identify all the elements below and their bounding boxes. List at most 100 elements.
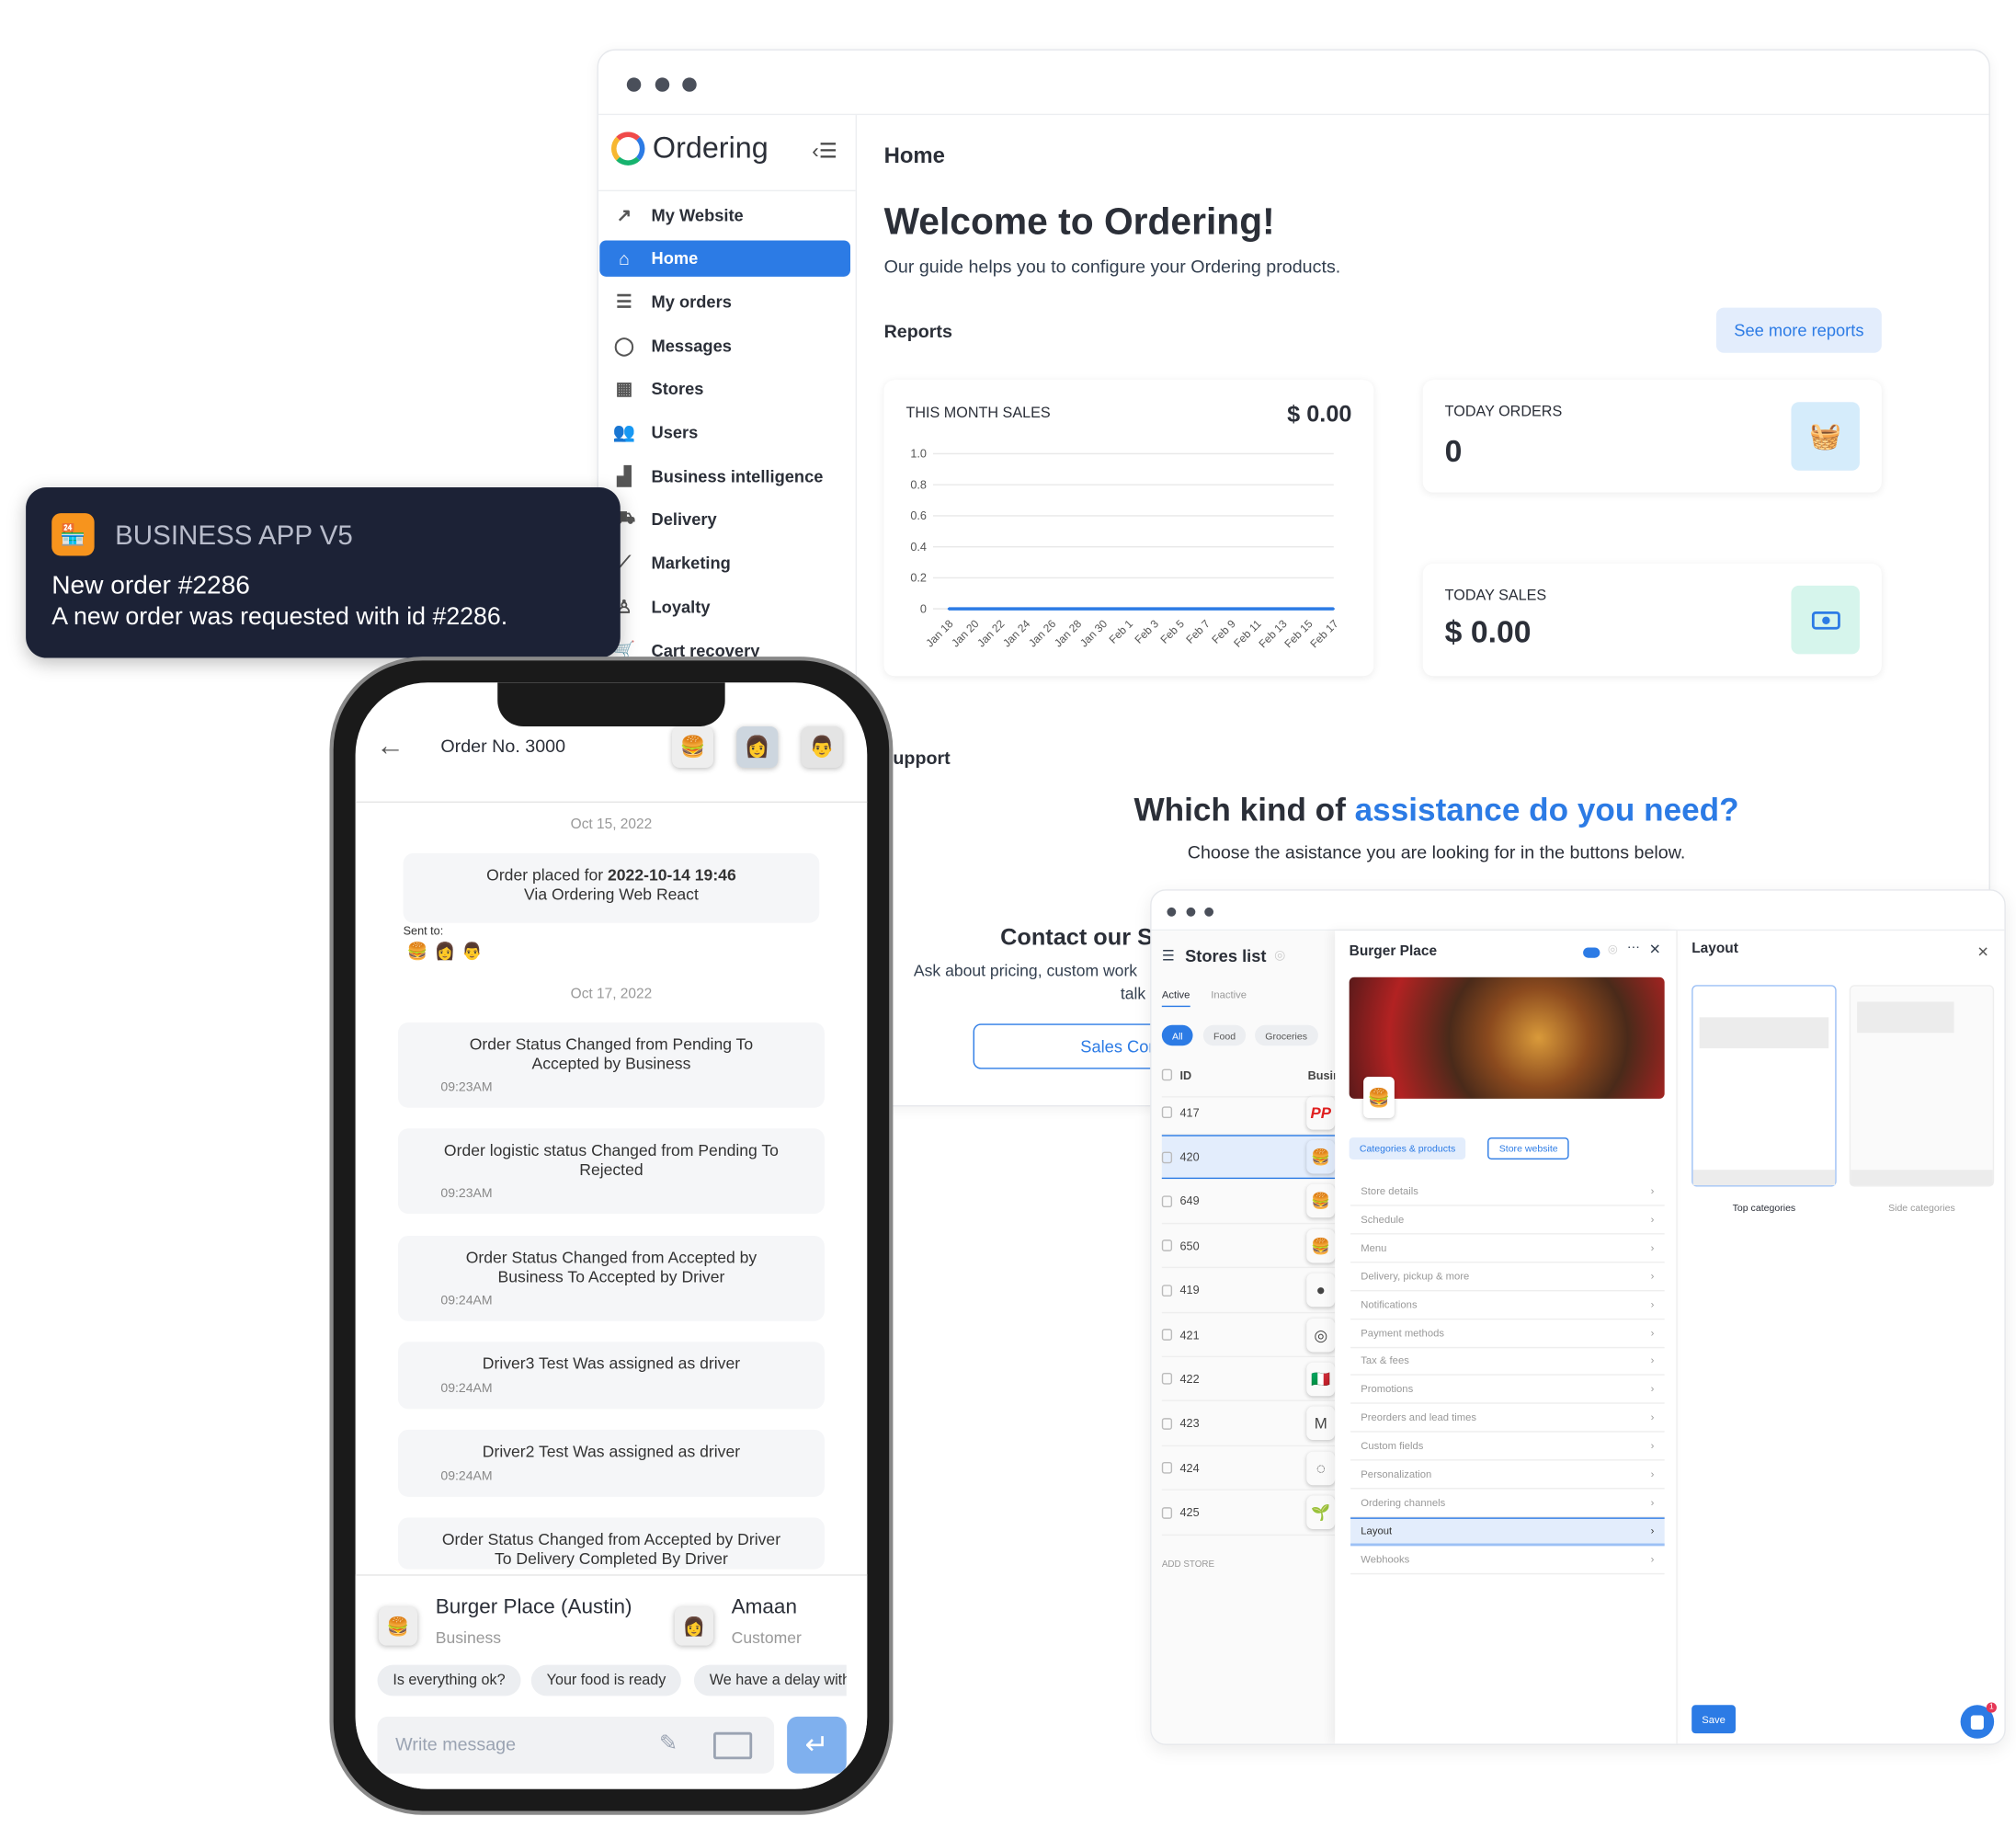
store-settings-item[interactable]: Preorders and lead times › [1350, 1404, 1665, 1433]
sidebar-item-business-intelligence[interactable]: ▟ Business intelligence [599, 458, 850, 494]
store-settings-item[interactable]: Custom fields › [1350, 1433, 1665, 1461]
help-icon[interactable]: ◎ [1608, 942, 1618, 956]
layout-option-side-categories[interactable] [1849, 985, 1995, 1187]
tab-inactive[interactable]: Inactive [1211, 988, 1247, 1000]
store-settings-item[interactable]: Delivery, pickup & more › [1350, 1262, 1665, 1291]
store-row[interactable]: 422 🇮🇹 [1161, 1358, 1336, 1402]
status-message: Order Status Changed from Accepted by Bu… [397, 1235, 825, 1321]
list-icon: ☰ [616, 291, 632, 312]
collapse-sidebar-icon[interactable]: ‹☰ [812, 138, 837, 164]
chevron-right-icon: › [1650, 1327, 1655, 1339]
store-settings-item[interactable]: Promotions › [1350, 1376, 1665, 1405]
sidebar-item-delivery[interactable]: ⛟ Delivery [599, 501, 850, 537]
pencil-icon[interactable]: ✎ [659, 1730, 678, 1756]
row-checkbox[interactable] [1161, 1106, 1173, 1119]
x-tick-label: Feb 17 [1307, 617, 1340, 650]
customer-name: Amaan [731, 1596, 797, 1619]
menu-icon[interactable]: ☰ [1162, 947, 1175, 965]
quick-reply-chip[interactable]: We have a delay with [693, 1664, 847, 1696]
driver-avatar[interactable]: 👨 [801, 726, 843, 769]
store-logo: 🍔 [1306, 1184, 1335, 1218]
image-icon[interactable] [713, 1731, 753, 1760]
store-settings-item[interactable]: Payment methods › [1350, 1319, 1665, 1348]
store-row[interactable]: 650 🍔 [1161, 1225, 1336, 1269]
sales-line-chart: 0 0.2 0.4 0.6 0.8 1.0 Jan 18Jan 20Jan 22Jan 24… [910, 448, 1340, 651]
filter-all[interactable]: All [1161, 1024, 1194, 1046]
store-row[interactable]: 421 ◎ [1161, 1313, 1336, 1358]
message-input[interactable]: Write message ✎ [377, 1716, 775, 1774]
row-checkbox[interactable] [1161, 1417, 1173, 1430]
today-orders-value: 0 [1444, 434, 1463, 470]
store-row[interactable]: 423 M [1161, 1402, 1336, 1446]
sales-card-value: $ 0.00 [1287, 400, 1352, 427]
reports-heading: Reports [883, 320, 952, 342]
store-settings-item[interactable]: Layout › [1350, 1517, 1665, 1547]
today-orders-card: TODAY ORDERS 0 🧺 [1422, 380, 1882, 493]
sidebar-item-my-website[interactable]: ↗ My Website [599, 197, 850, 233]
sidebar-item-stores[interactable]: ▦ Stores [599, 371, 850, 406]
store-row[interactable]: 649 🍔 [1161, 1180, 1336, 1225]
sidebar-item-my-orders[interactable]: ☰ My orders [599, 283, 850, 319]
brand-logo[interactable]: Ordering [610, 131, 769, 166]
categories-products-button[interactable]: Categories & products [1349, 1137, 1466, 1160]
store-settings-item[interactable]: Tax & fees › [1350, 1347, 1665, 1376]
sidebar-item-marketing[interactable]: ⟋ Marketing [599, 545, 850, 581]
sidebar-item-messages[interactable]: ◯ Messages [599, 327, 850, 363]
store-website-button[interactable]: Store website [1487, 1137, 1570, 1160]
back-arrow-icon[interactable]: ← [376, 729, 404, 763]
store-settings-item[interactable]: Personalization › [1350, 1461, 1665, 1490]
store-settings-item[interactable]: Store details › [1350, 1178, 1665, 1206]
chevron-right-icon: › [1650, 1440, 1655, 1452]
store-row[interactable]: 419 ● [1161, 1269, 1336, 1313]
row-checkbox[interactable] [1161, 1239, 1173, 1252]
store-settings-item[interactable]: Notifications › [1350, 1291, 1665, 1319]
close-icon[interactable]: ✕ [1649, 941, 1661, 958]
filter-food[interactable]: Food [1202, 1024, 1247, 1046]
sidebar-item-loyalty[interactable]: ♙ Loyalty [599, 588, 850, 624]
customer-avatar[interactable]: 👩 [736, 726, 779, 769]
sidebar-item-home[interactable]: ⌂ Home [599, 240, 851, 277]
quick-reply-chip[interactable]: Is everything ok? [377, 1664, 521, 1696]
store-settings-item[interactable]: Menu › [1350, 1234, 1665, 1263]
store-settings-item[interactable]: Ordering channels › [1350, 1489, 1665, 1518]
send-button[interactable]: ↵ [787, 1716, 847, 1774]
sent-to-label: Sent to: [403, 924, 444, 938]
save-button[interactable]: Save [1691, 1705, 1736, 1734]
business-avatar[interactable]: 🍔 [672, 726, 714, 769]
row-checkbox[interactable] [1161, 1462, 1173, 1474]
sales-contact-button[interactable]: Sales Cor [973, 1023, 1180, 1069]
close-icon[interactable]: ✕ [1977, 943, 1989, 961]
store-row[interactable]: 425 🌱 [1161, 1491, 1336, 1536]
row-checkbox[interactable] [1161, 1195, 1173, 1207]
today-sales-label: TODAY SALES [1444, 588, 1547, 604]
status-message: Driver3 Test Was assigned as driver 09:24… [397, 1342, 825, 1410]
tab-active[interactable]: Active [1161, 988, 1190, 1008]
data-point [1076, 608, 1078, 611]
select-all-checkbox[interactable] [1161, 1068, 1173, 1081]
store-logo: 🍔 [1306, 1140, 1335, 1174]
data-point [1306, 608, 1309, 611]
store-enabled-toggle[interactable] [1583, 947, 1600, 958]
window-dot [626, 77, 642, 92]
row-checkbox[interactable] [1161, 1329, 1173, 1341]
row-checkbox[interactable] [1161, 1373, 1173, 1386]
more-icon[interactable]: ⋯ [1627, 941, 1640, 954]
row-checkbox[interactable] [1161, 1284, 1173, 1296]
see-more-reports-button[interactable]: See more reports [1715, 307, 1882, 353]
store-row[interactable]: 424 ◌ [1161, 1446, 1336, 1491]
chat-support-button[interactable]: 1 [1960, 1702, 1997, 1739]
store-row[interactable]: 417 PP [1161, 1091, 1336, 1136]
add-store-link[interactable]: ADD STORE [1162, 1560, 1214, 1570]
store-row[interactable]: 420 🍔 [1161, 1135, 1336, 1180]
push-notification[interactable]: 🏪 BUSINESS APP V5 New order #2286 A new … [26, 486, 621, 658]
data-point [1229, 608, 1233, 611]
row-checkbox[interactable] [1161, 1151, 1173, 1164]
row-checkbox[interactable] [1161, 1506, 1173, 1519]
sidebar-item-users[interactable]: 👥 Users [599, 415, 850, 451]
quick-reply-chip[interactable]: Your food is ready [530, 1664, 682, 1696]
store-settings-item[interactable]: Webhooks › [1350, 1546, 1665, 1574]
filter-groceries[interactable]: Groceries [1255, 1024, 1318, 1046]
store-settings-item[interactable]: Schedule › [1350, 1205, 1665, 1235]
layout-option-top-categories[interactable] [1691, 985, 1837, 1187]
help-icon[interactable]: ◎ [1274, 949, 1285, 963]
